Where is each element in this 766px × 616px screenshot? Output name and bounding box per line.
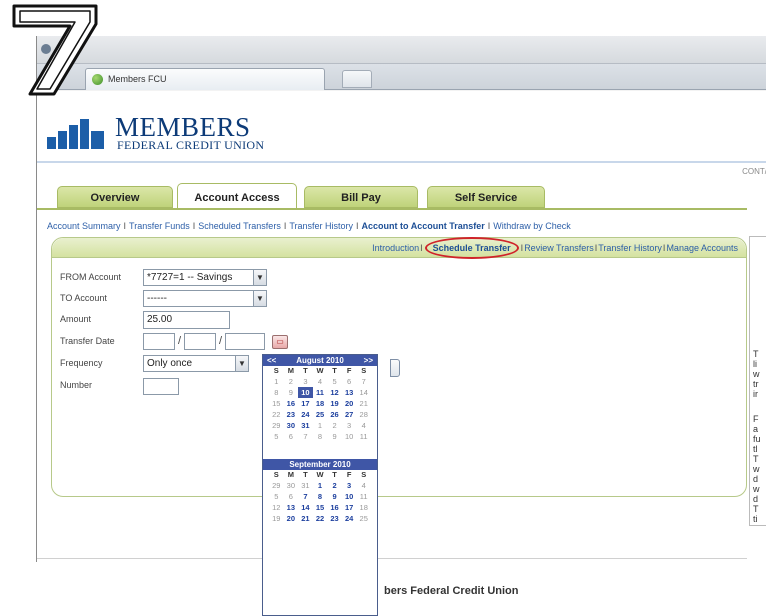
to-account-value: ------ [147, 293, 167, 304]
sidebar-text: d [753, 494, 759, 504]
amount-input[interactable]: 25.00 [143, 311, 230, 329]
calendar-week-row[interactable]: 5 6 7 8 9 10 11 [263, 491, 377, 502]
date-picker-popup[interactable]: << August 2010 >> SMTWTFS 1234567 8 9 10 11… [262, 354, 378, 616]
tab-self-service[interactable]: Self Service [427, 186, 545, 208]
sidebar-text: d [753, 474, 759, 484]
calendar-prev-button[interactable]: << [267, 355, 276, 366]
calendar-week-row[interactable]: 12 13 14 15 16 17 18 [263, 502, 377, 513]
panel-link-review-transfers[interactable]: Review Transfers [524, 243, 594, 253]
transfer-date-year-input[interactable] [225, 333, 265, 350]
sidebar-text: T [753, 454, 759, 464]
sidebar-text: a [753, 424, 759, 434]
calendar-day-headers: SMTWTFS [273, 470, 367, 479]
calendar-icon[interactable]: ▭ [272, 335, 288, 349]
help-sidebar: T li w tr ir F a fu tl T w d w d T ti [749, 236, 766, 526]
calendar-week-row[interactable]: 29 30 31 1 2 3 4 [263, 480, 377, 491]
browser-window: ★ Members FCU MEMBERS FEDERAL CREDIT UNI… [36, 36, 766, 597]
sidebar-text: li [753, 359, 757, 369]
number-input[interactable] [143, 378, 179, 395]
sidebar-text: w [753, 484, 760, 494]
sidebar-text: T [753, 504, 759, 514]
chevron-down-icon[interactable]: ▼ [253, 290, 267, 307]
sidebar-text: w [753, 369, 760, 379]
from-account-value: *7727=1 -- Savings [147, 272, 233, 283]
browser-tab[interactable]: Members FCU [85, 68, 325, 90]
date-separator: / [178, 335, 182, 347]
browser-tab-title: Members FCU [108, 74, 167, 84]
calendar-week-row[interactable]: 22 23 24 25 26 27 28 [263, 409, 377, 420]
calendar-week-row[interactable]: 5 6 7 8 9 10 11 [263, 431, 377, 442]
number-label: Number [60, 380, 93, 390]
transfer-panel: IntroductionI Schedule Transfer IReview Tr… [51, 237, 747, 497]
to-account-select[interactable]: ------ ▼ [143, 290, 267, 307]
calendar-week-row[interactable]: 15 16 17 18 19 20 21 [263, 398, 377, 409]
calendar-month-title: August 2010 [296, 356, 344, 365]
panel-link-manage-accounts[interactable]: Manage Accounts [666, 243, 738, 253]
sidebar-text: F [753, 414, 759, 424]
panel-link-schedule-transfer[interactable]: Schedule Transfer [424, 237, 519, 259]
tab-bill-pay[interactable]: Bill Pay [304, 186, 418, 208]
calendar-week-row[interactable]: 29 30 31 1 2 3 4 [263, 420, 377, 431]
nav-divider [37, 208, 747, 210]
header-divider [37, 161, 766, 163]
calendar-month-header: << August 2010 >> [263, 355, 377, 366]
subnav-account-summary[interactable]: Account Summary [47, 221, 121, 231]
chevron-down-icon[interactable]: ▼ [235, 355, 249, 372]
sidebar-text: w [753, 464, 760, 474]
calendar-week-row[interactable]: 8 9 10 11 12 13 14 [263, 387, 377, 398]
tab-account-access[interactable]: Account Access [177, 183, 297, 209]
chevron-down-icon[interactable]: ▼ [253, 269, 267, 286]
submit-button-partial[interactable] [390, 359, 400, 377]
panel-link-transfer-history[interactable]: Transfer History [598, 243, 662, 253]
logo-subtitle: FEDERAL CREDIT UNION [117, 138, 265, 152]
step-number-7-graphic [12, 4, 98, 96]
transfer-date-label: Transfer Date [60, 336, 115, 346]
sidebar-text: tl [753, 444, 758, 454]
frequency-value: Only once [147, 358, 193, 369]
amount-label: Amount [60, 314, 92, 324]
panel-link-introduction[interactable]: Introduction [372, 243, 419, 253]
calendar-month-header: September 2010 [263, 459, 377, 470]
frequency-label: Frequency [60, 358, 103, 368]
web-page: MEMBERS FEDERAL CREDIT UNION CONT/ Overv… [37, 91, 766, 597]
subnav-withdraw-by-check[interactable]: Withdraw by Check [493, 221, 571, 231]
panel-header: IntroductionI Schedule Transfer IReview Tr… [52, 237, 746, 259]
sidebar-text: tr [753, 379, 759, 389]
subnav-transfer-history[interactable]: Transfer History [289, 221, 353, 231]
date-separator: / [219, 335, 223, 347]
from-account-select[interactable]: *7727=1 -- Savings ▼ [143, 269, 267, 286]
transfer-date-month-input[interactable] [143, 333, 175, 350]
subnav-transfer-funds[interactable]: Transfer Funds [129, 221, 190, 231]
to-account-label: TO Account [60, 293, 107, 303]
browser-tabbar: ★ Members FCU [37, 64, 766, 90]
calendar-week-row[interactable]: 19 20 21 22 23 24 25 [263, 513, 377, 524]
sidebar-text: fu [753, 434, 761, 444]
panel-links: IntroductionI Schedule Transfer IReview Tr… [372, 237, 738, 259]
contact-link[interactable]: CONT/ [742, 167, 766, 176]
calendar-next-button[interactable]: >> [364, 355, 373, 366]
subnav-account-to-account-transfer[interactable]: Account to Account Transfer [362, 221, 485, 231]
sidebar-text: ti [753, 514, 758, 524]
sidebar-text: ir [753, 389, 758, 399]
calendar-month-title: September 2010 [289, 460, 351, 469]
logo-bars-icon [47, 119, 109, 149]
tab-overview[interactable]: Overview [57, 186, 173, 208]
frequency-select[interactable]: Only once ▼ [143, 355, 249, 372]
from-account-label: FROM Account [60, 272, 122, 282]
transfer-date-day-input[interactable] [184, 333, 216, 350]
browser-toolbar [37, 36, 766, 64]
sidebar-text: T [753, 349, 759, 359]
footer-divider [37, 558, 747, 559]
logo-wordmark: MEMBERS [115, 112, 251, 142]
footer-text: bers Federal Credit Union [384, 585, 519, 597]
new-tab-button[interactable] [342, 70, 372, 88]
calendar-day-headers: SMTWTFS [273, 366, 367, 375]
subnav-scheduled-transfers[interactable]: Scheduled Transfers [198, 221, 281, 231]
calendar-week-row[interactable]: 1234567 [263, 376, 377, 387]
subnav: Account Summary I Transfer Funds I Scheduled… [47, 221, 571, 231]
